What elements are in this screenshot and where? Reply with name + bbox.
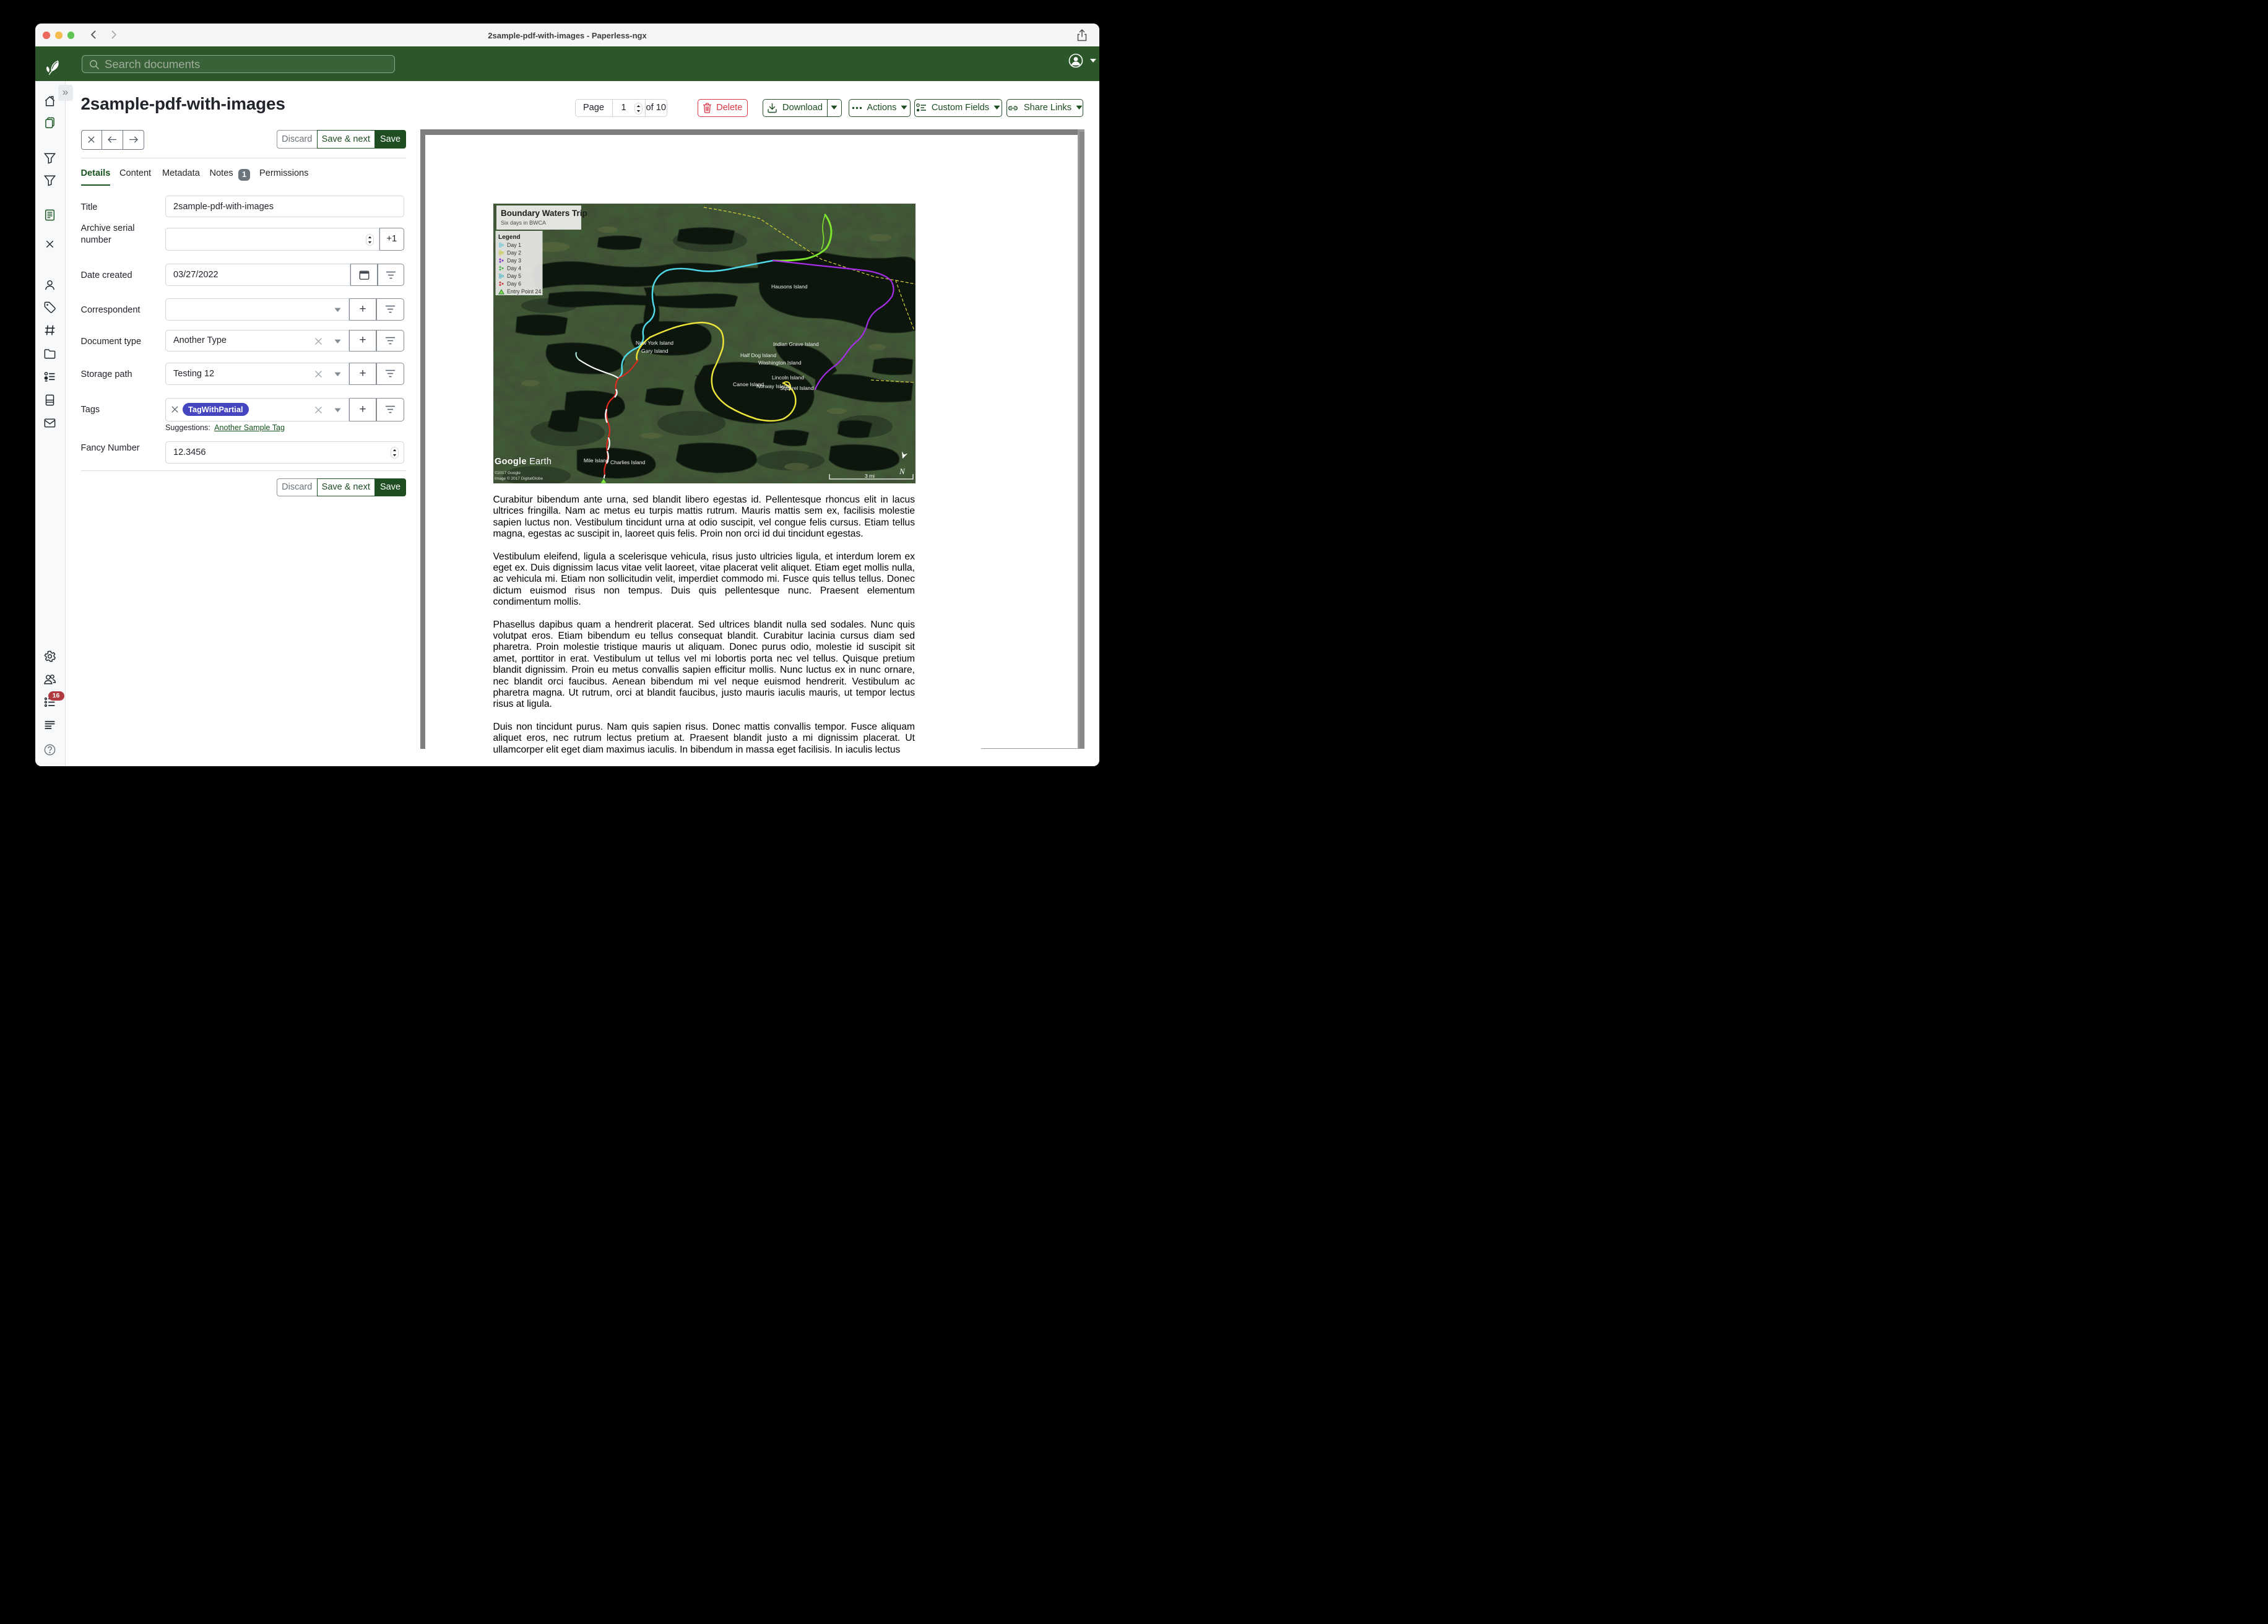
svg-text:Lincoln Island: Lincoln Island bbox=[772, 374, 804, 381]
svg-text:Image © 2017 DigitalGlobe: Image © 2017 DigitalGlobe bbox=[495, 476, 543, 481]
svg-text:Google Earth: Google Earth bbox=[495, 457, 552, 467]
svg-text:Gary Island: Gary Island bbox=[641, 348, 669, 354]
svg-text:Text: Text bbox=[695, 375, 709, 382]
svg-text:Half Dog Island: Half Dog Island bbox=[740, 352, 776, 358]
svg-text:Boundary Waters Trip: Boundary Waters Trip bbox=[501, 209, 587, 218]
svg-text:Day 2: Day 2 bbox=[507, 249, 521, 256]
svg-text:3 mi: 3 mi bbox=[865, 473, 875, 479]
svg-text:Six days in BWCA: Six days in BWCA bbox=[501, 220, 546, 226]
svg-text:Day 1: Day 1 bbox=[507, 242, 521, 248]
svg-text:Day 6: Day 6 bbox=[507, 280, 521, 287]
svg-text:Legend: Legend bbox=[498, 234, 521, 241]
svg-text:Charlies Island: Charlies Island bbox=[610, 459, 645, 465]
svg-text:Squirrel Island: Squirrel Island bbox=[780, 385, 814, 391]
svg-text:New York Island: New York Island bbox=[636, 340, 673, 346]
svg-text:Day 5: Day 5 bbox=[507, 273, 521, 279]
svg-text:Day 4: Day 4 bbox=[507, 265, 521, 271]
svg-text:Hausons Island: Hausons Island bbox=[771, 283, 808, 290]
svg-text:Mile Island: Mile Island bbox=[584, 457, 609, 464]
svg-text:Indian Grave Island: Indian Grave Island bbox=[773, 341, 819, 347]
svg-text:Washington Island: Washington Island bbox=[758, 360, 802, 366]
svg-text:Entry Point 24: Entry Point 24 bbox=[507, 288, 541, 295]
svg-text:N: N bbox=[899, 467, 906, 476]
svg-text:Day 3: Day 3 bbox=[507, 257, 521, 264]
svg-text:©2017 Google: ©2017 Google bbox=[495, 470, 521, 475]
